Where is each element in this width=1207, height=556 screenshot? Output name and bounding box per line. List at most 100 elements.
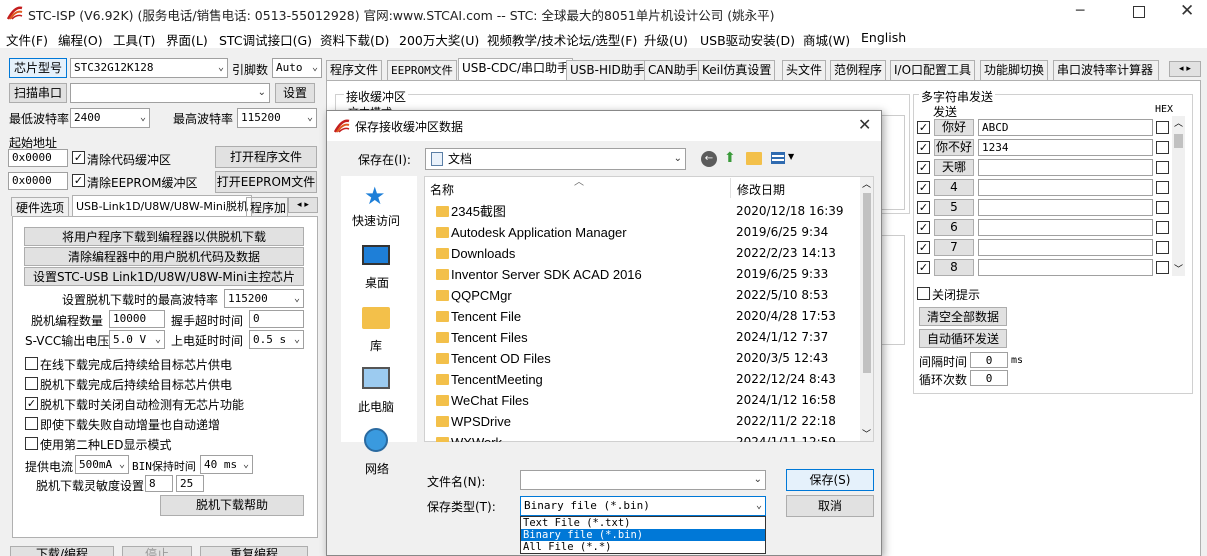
program-count-input[interactable]: 10000 [109,310,165,328]
view-menu-icon[interactable] [771,152,785,164]
save-type-option[interactable]: Binary file (*.bin) [521,529,765,541]
send-row-button[interactable]: 天哪 [934,159,974,176]
stop-button[interactable]: 停止 [122,546,192,556]
tab-can[interactable]: CAN助手 [644,60,702,80]
max-baud-select[interactable]: 115200 ⌄ [237,108,317,128]
option-checkbox[interactable] [25,357,38,370]
send-row-button[interactable]: 8 [934,259,974,276]
tab-baud-calc[interactable]: 串口波特率计算器 [1053,60,1159,80]
chip-type-button[interactable]: 芯片型号 [9,58,67,78]
chevron-down-icon[interactable]: ▼ [788,152,794,161]
send-row-checkbox[interactable]: ✓ [917,161,930,174]
scan-port-button[interactable]: 扫描串口 [9,83,67,103]
hex-row-checkbox[interactable] [1156,181,1169,194]
menu-usb-driver[interactable]: USB驱动安装(D) [700,30,795,49]
scrollbar-thumb[interactable] [863,193,871,373]
send-row-button[interactable]: 6 [934,219,974,236]
file-row[interactable]: Autodesk Application Manager 2019/6/25 9:… [430,222,860,243]
tab-scroll[interactable]: ◂ ▸ [1169,61,1201,77]
send-row-button[interactable]: 5 [934,199,974,216]
send-row-checkbox[interactable]: ✓ [917,261,930,274]
menu-upgrade[interactable]: 升级(U) [644,30,688,49]
send-row-input[interactable]: ABCD [978,119,1153,136]
send-row-checkbox[interactable]: ✓ [917,141,930,154]
cancel-button[interactable]: 取消 [786,495,874,517]
send-row-input[interactable] [978,199,1153,216]
place-this-pc[interactable]: 此电脑 [358,398,394,415]
settings-button[interactable]: 设置 [275,83,315,103]
hex-row-checkbox[interactable] [1156,201,1169,214]
back-icon[interactable]: ← [701,151,717,167]
file-row[interactable]: 2345截图 2020/12/18 16:39 [430,201,860,222]
offline-baud-select[interactable]: 115200 ⌄ [224,289,304,308]
multi-send-scrollbar[interactable]: ︿ ﹀ [1172,116,1185,276]
send-row-button[interactable]: 你好 [934,119,974,136]
send-row-button[interactable]: 4 [934,179,974,196]
hex-row-checkbox[interactable] [1156,121,1169,134]
send-row-button[interactable]: 你不好 [934,139,974,156]
menu-award[interactable]: 200万大奖(U) [399,30,479,49]
filename-input[interactable]: ⌄ [520,470,766,490]
place-desktop[interactable]: 桌面 [365,274,389,291]
maximize-icon[interactable] [1133,6,1145,18]
dialog-close-icon[interactable]: ✕ [858,115,871,134]
clear-programmer-button[interactable]: 清除编程器中的用户脱机代码及数据 [24,247,304,266]
loop-count-input[interactable]: 0 [970,370,1008,386]
port-select[interactable]: ⌄ [70,83,270,103]
tab-keil[interactable]: Keil仿真设置 [698,60,776,80]
current-select[interactable]: 500mA ⌄ [75,455,129,474]
min-baud-select[interactable]: 2400 ⌄ [70,108,150,128]
offline-help-button[interactable]: 脱机下载帮助 [160,495,304,516]
tab-examples[interactable]: 范例程序 [830,60,887,80]
place-network[interactable]: 网络 [365,460,389,477]
chip-type-select[interactable]: STC32G12K128 ⌄ [70,58,228,78]
set-master-chip-button[interactable]: 设置STC-USB Link1D/U8W/U8W-Mini主控芯片 [24,267,304,286]
close-tip-checkbox[interactable] [917,287,930,300]
menu-shop[interactable]: 商城(W) [803,30,850,49]
download-program-button[interactable]: 下载/编程 [10,546,114,556]
hex-row-checkbox[interactable] [1156,221,1169,234]
send-row-checkbox[interactable]: ✓ [917,241,930,254]
sensitivity-input-1[interactable]: 8 [145,475,173,492]
tab-hardware[interactable]: 硬件选项 [11,197,70,216]
send-row-input[interactable] [978,239,1153,256]
code-address-input[interactable]: 0x0000 [8,149,68,167]
new-folder-icon[interactable] [746,152,762,165]
column-name[interactable]: 名称 [430,181,454,198]
repeat-program-button[interactable]: 重复编程 [200,546,308,556]
minimize-icon[interactable]: ─ [1076,3,1084,19]
send-row-input[interactable] [978,219,1153,236]
option-checkbox[interactable]: ✓ [25,397,38,410]
send-row-checkbox[interactable]: ✓ [917,201,930,214]
eeprom-address-input[interactable]: 0x0000 [8,172,68,190]
interval-input[interactable]: 0 [970,352,1008,368]
send-row-checkbox[interactable]: ✓ [917,221,930,234]
tab-usb-link[interactable]: USB-Link1D/U8W/U8W-Mini脱机 [72,195,252,216]
file-row[interactable]: WeChat Files 2024/1/12 16:58 [430,390,860,411]
file-row[interactable]: TencentMeeting 2022/12/24 8:43 [430,369,860,390]
file-row[interactable]: WPSDrive 2022/11/2 22:18 [430,411,860,432]
open-eeprom-button[interactable]: 打开EEPROM文件 [215,171,317,193]
up-folder-icon[interactable]: ⬆ [724,150,736,166]
save-in-select[interactable]: 文档 ⌄ [425,148,686,170]
menu-debug[interactable]: STC调试接口(G) [219,30,312,49]
tab-usb-hid[interactable]: USB-HID助手 [566,60,649,80]
tab-eeprom-file[interactable]: EEPROM文件 [387,60,457,80]
file-row[interactable]: Tencent File 2020/4/28 17:53 [430,306,860,327]
menu-video[interactable]: 视频教学/技术论坛/选型(F) [487,30,637,49]
file-row[interactable]: Tencent OD Files 2020/3/5 12:43 [430,348,860,369]
menu-english[interactable]: English [861,30,906,45]
place-library[interactable]: 库 [370,337,382,354]
menu-tools[interactable]: 工具(T) [113,30,155,49]
tab-program-file[interactable]: 程序文件 [326,60,383,80]
scrollbar-thumb[interactable] [1174,134,1183,148]
hex-row-checkbox[interactable] [1156,261,1169,274]
tab-header-file[interactable]: 头文件 [782,60,827,80]
hex-row-checkbox[interactable] [1156,241,1169,254]
tab-pin-switch[interactable]: 功能脚切换 [980,60,1049,80]
bin-hold-select[interactable]: 40 ms ⌄ [200,455,253,474]
close-icon[interactable]: ✕ [1180,1,1194,21]
tab-usb-cdc[interactable]: USB-CDC/串口助手 [458,58,574,80]
save-type-option[interactable]: All File (*.*) [523,541,763,553]
send-row-input[interactable] [978,159,1153,176]
